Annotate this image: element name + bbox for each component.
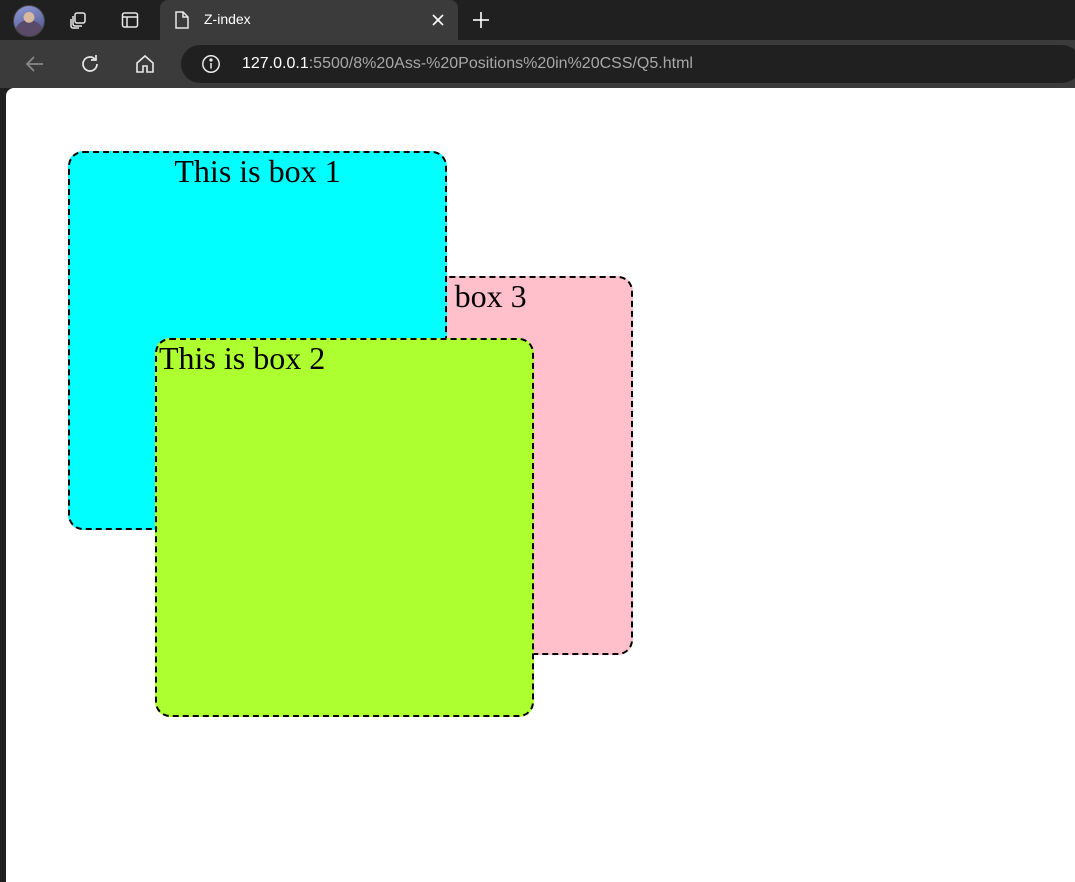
back-arrow-icon xyxy=(25,56,43,72)
tab-close-button[interactable] xyxy=(428,10,448,30)
address-bar[interactable]: 127.0.0.1:5500/8%20Ass-%20Positions%20in… xyxy=(181,45,1075,83)
box-1-label: This is box 1 xyxy=(174,153,341,189)
url-host: 127.0.0.1 xyxy=(242,55,309,72)
box-2: This is box 2 xyxy=(155,338,534,717)
home-button[interactable] xyxy=(129,48,161,80)
page-icon xyxy=(172,10,192,30)
toolbar: 127.0.0.1:5500/8%20Ass-%20Positions%20in… xyxy=(0,40,1075,88)
home-icon xyxy=(136,54,154,73)
page-viewport: This is box 1 This is box 3 This is box … xyxy=(6,88,1075,882)
reload-button[interactable] xyxy=(74,48,106,80)
close-icon xyxy=(432,14,444,26)
tab-strip: Z-index xyxy=(0,0,1075,40)
url-path: :5500/8%20Ass-%20Positions%20in%20CSS/Q5… xyxy=(308,55,693,72)
reload-icon xyxy=(82,55,98,72)
back-button[interactable] xyxy=(19,48,51,80)
info-icon[interactable] xyxy=(201,54,221,74)
profile-avatar[interactable] xyxy=(13,5,45,37)
tab-title: Z-index xyxy=(204,11,251,27)
workspaces-icon xyxy=(70,12,86,29)
url-text[interactable]: 127.0.0.1:5500/8%20Ass-%20Positions%20in… xyxy=(242,55,693,73)
tab-actions-button[interactable] xyxy=(114,4,146,36)
tab-actions-icon xyxy=(121,12,139,28)
workspaces-button[interactable] xyxy=(62,4,94,36)
box-2-label: This is box 2 xyxy=(159,340,326,376)
new-tab-button[interactable] xyxy=(465,4,497,36)
browser-window: Z-index 127.0.0.1:5500/8%20Ass-%20Positi… xyxy=(0,0,1075,882)
plus-icon xyxy=(473,12,489,28)
tab-z-index[interactable]: Z-index xyxy=(160,0,458,40)
